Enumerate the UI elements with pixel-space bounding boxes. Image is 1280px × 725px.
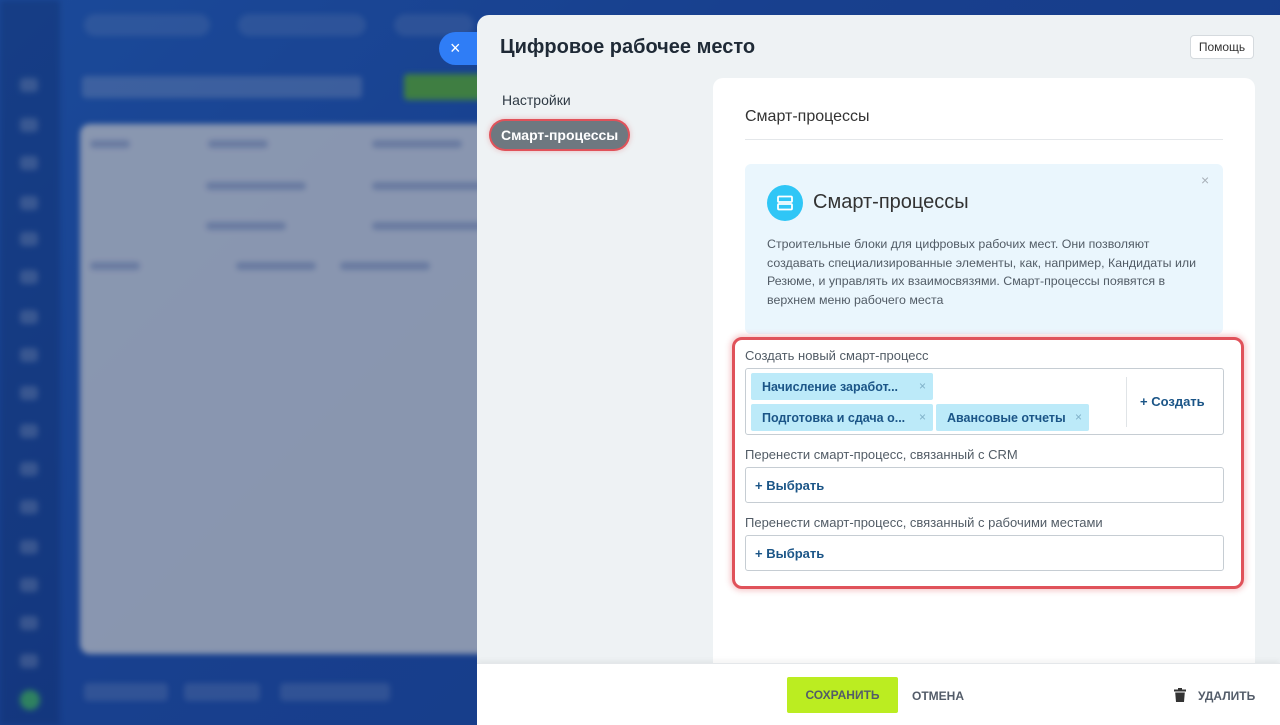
info-description: Строительные блоки для цифровых рабочих … <box>767 237 1197 307</box>
nav-item-smart-processes[interactable]: Смарт-процессы <box>491 121 629 149</box>
create-smart-process-field[interactable]: Начисление заработ... × Подготовка и сда… <box>745 368 1224 435</box>
close-icon[interactable]: × <box>1201 172 1209 188</box>
select-workplace-process-button[interactable]: + Выбрать <box>745 535 1224 571</box>
tag-item[interactable]: Авансовые отчеты × <box>936 404 1089 431</box>
info-box: Смарт-процессы × Строительные блоки для … <box>745 164 1223 334</box>
tag-item[interactable]: Подготовка и сдача о... × <box>751 404 933 431</box>
crm-field-label: Перенести смарт-процесс, связанный с CRM <box>745 447 1018 462</box>
workplace-field-label: Перенести смарт-процесс, связанный с раб… <box>745 515 1103 530</box>
remove-tag-icon[interactable]: × <box>1075 410 1082 424</box>
create-field-label: Создать новый смарт-процесс <box>745 348 929 363</box>
content-card: Смарт-процессы Смарт-процессы × Строител… <box>713 78 1255 678</box>
save-button[interactable]: СОХРАНИТЬ <box>787 677 898 713</box>
create-button[interactable]: + Создать <box>1140 394 1205 409</box>
select-crm-process-button[interactable]: + Выбрать <box>745 467 1224 503</box>
divider <box>1126 377 1127 427</box>
nav-item-settings[interactable]: Настройки <box>502 92 571 108</box>
delete-button[interactable]: УДАЛИТЬ <box>1174 684 1255 708</box>
help-button[interactable]: Помощь <box>1190 35 1254 59</box>
settings-slider: Цифровое рабочее место Помощь Настройки … <box>477 15 1280 725</box>
slider-title: Цифровое рабочее место <box>500 36 756 58</box>
trash-icon <box>1174 687 1186 705</box>
tag-item[interactable]: Начисление заработ... × <box>751 373 933 400</box>
footer-bar: СОХРАНИТЬ ОТМЕНА УДАЛИТЬ <box>477 663 1280 725</box>
layers-icon <box>767 185 803 221</box>
close-icon: × <box>450 38 461 58</box>
divider <box>745 139 1223 140</box>
cancel-button[interactable]: ОТМЕНА <box>912 689 964 703</box>
delete-label: УДАЛИТЬ <box>1198 689 1256 703</box>
section-title: Смарт-процессы <box>745 108 870 125</box>
remove-tag-icon[interactable]: × <box>919 379 926 393</box>
remove-tag-icon[interactable]: × <box>919 410 926 424</box>
info-title: Смарт-процессы <box>813 191 969 213</box>
